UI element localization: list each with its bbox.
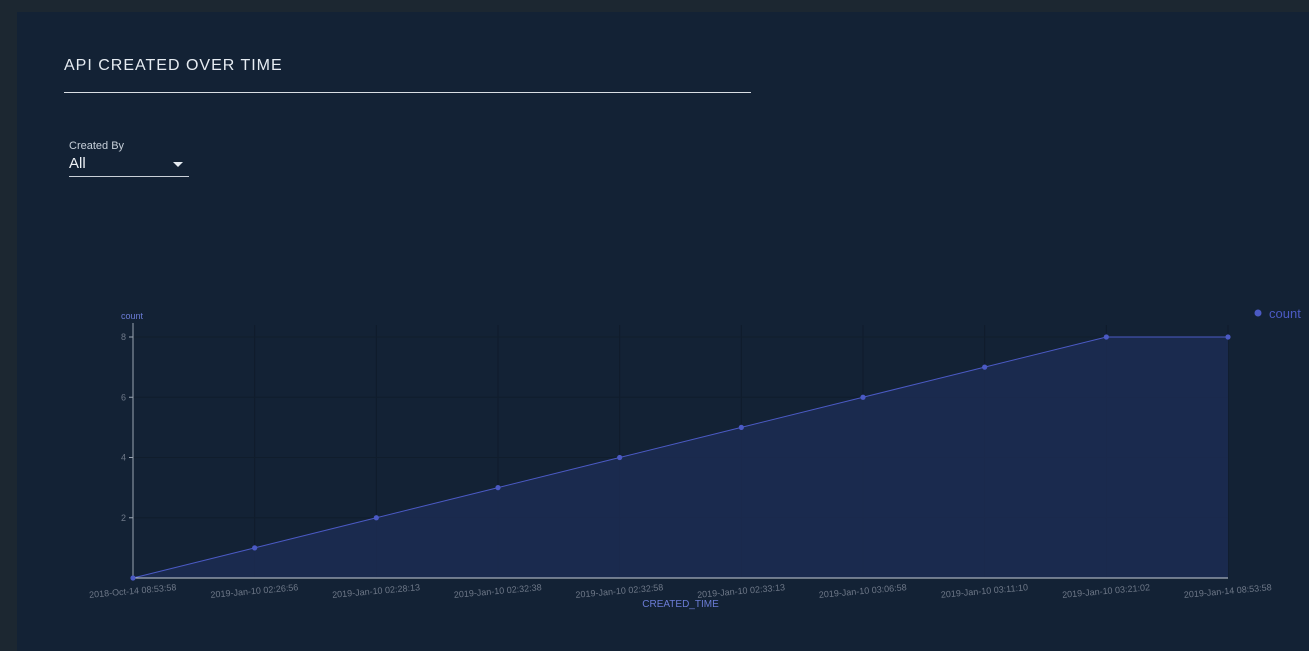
y-axis-label: count bbox=[121, 311, 144, 321]
data-point bbox=[373, 515, 379, 521]
x-tick-label: 2019-Jan-14 08:53:58 bbox=[1183, 582, 1272, 600]
x-tick-label: 2019-Jan-10 02:32:58 bbox=[575, 582, 664, 600]
data-point bbox=[252, 545, 258, 551]
data-point bbox=[1103, 334, 1109, 340]
x-tick-label: 2019-Jan-10 03:06:58 bbox=[818, 582, 907, 600]
data-point bbox=[130, 575, 136, 581]
data-point bbox=[982, 364, 988, 370]
x-axis-label: CREATED_TIME bbox=[642, 599, 719, 610]
x-tick-label: 2018-Oct-14 08:53:58 bbox=[89, 582, 177, 600]
x-tick-label: 2019-Jan-10 03:11:10 bbox=[940, 582, 1028, 600]
x-tick-label: 2019-Jan-10 02:26:56 bbox=[210, 582, 299, 600]
x-tick-label: 2019-Jan-10 02:28:13 bbox=[332, 582, 421, 600]
legend-label: count bbox=[1269, 306, 1301, 321]
legend-marker bbox=[1254, 309, 1262, 317]
y-tick-label: 6 bbox=[121, 392, 126, 402]
data-point bbox=[1225, 334, 1231, 340]
y-tick-label: 8 bbox=[121, 332, 126, 342]
area-chart: 2 4 6 8 count 2018-Oct-14 08:53:58 2019-Jan-10… bbox=[89, 306, 1302, 610]
data-point bbox=[860, 394, 866, 400]
y-tick-label: 4 bbox=[121, 453, 126, 463]
x-tick-label: 2019-Jan-10 02:33:13 bbox=[697, 582, 786, 600]
data-point bbox=[495, 485, 501, 491]
data-point bbox=[617, 454, 623, 461]
y-tick-label: 2 bbox=[121, 513, 126, 523]
x-tick-label: 2019-Jan-10 02:32:38 bbox=[453, 582, 542, 600]
x-tick-label: 2019-Jan-10 03:21:02 bbox=[1062, 582, 1151, 600]
data-point bbox=[738, 424, 744, 430]
